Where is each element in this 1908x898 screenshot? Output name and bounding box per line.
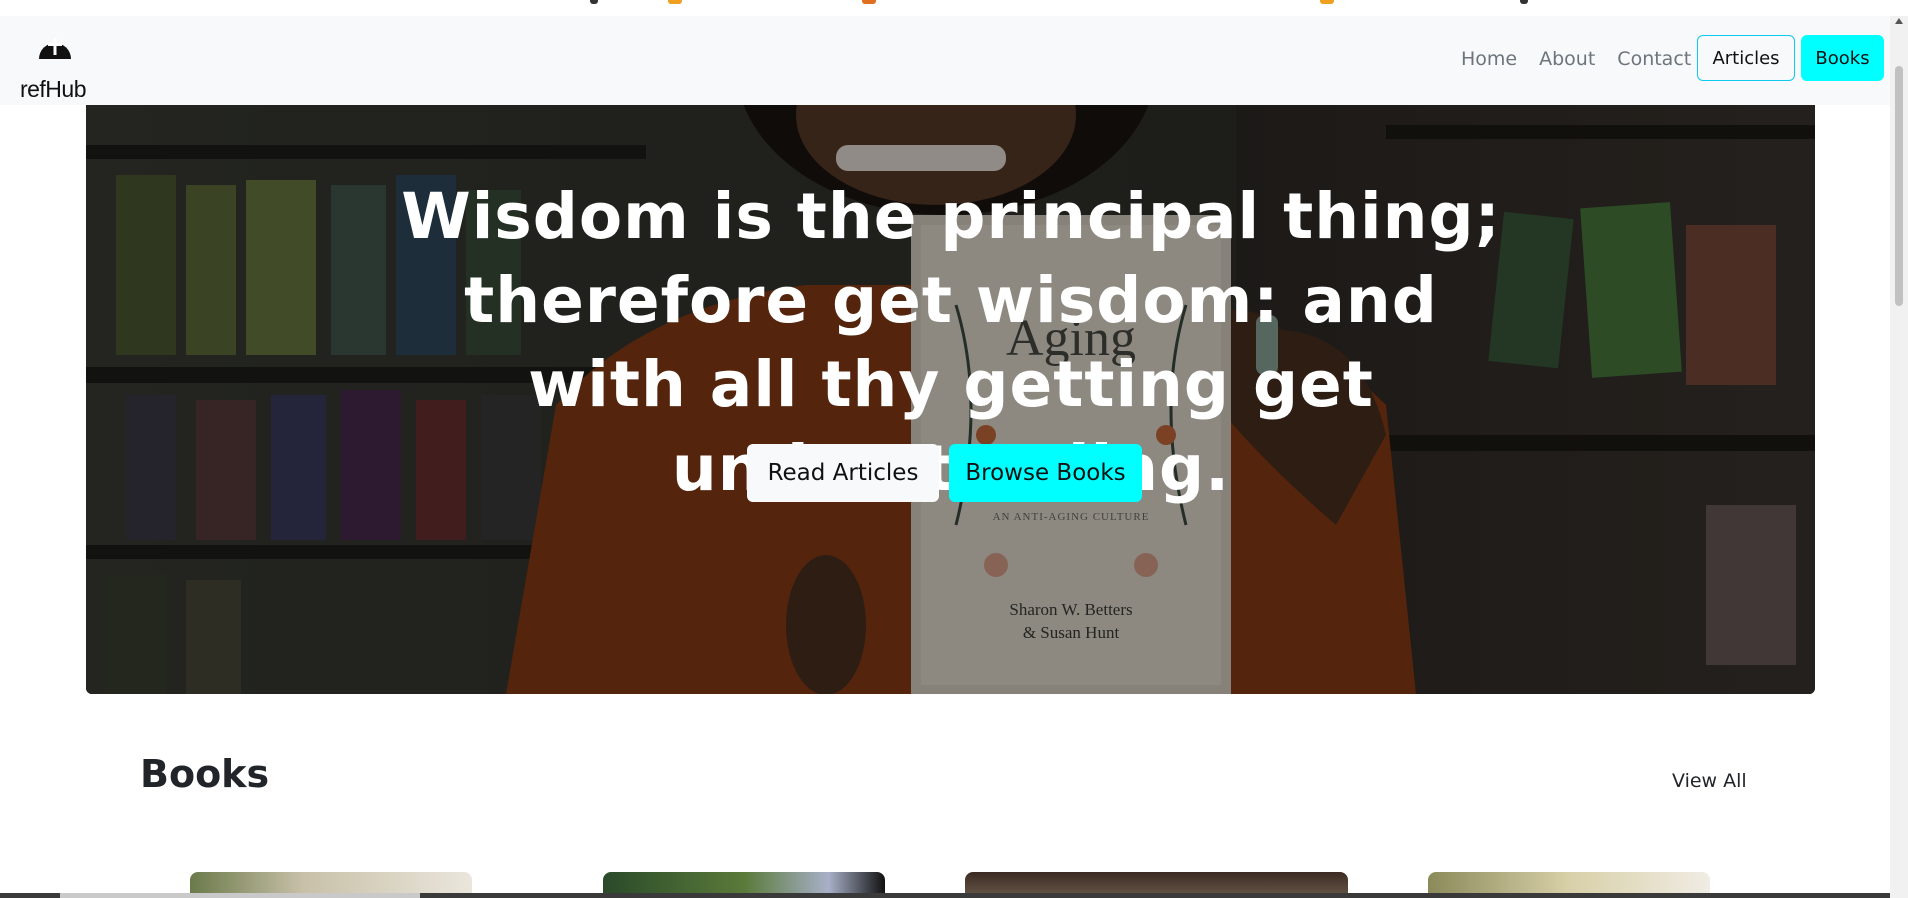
articles-button[interactable]: Articles (1697, 35, 1795, 81)
read-articles-button[interactable]: Read Articles (747, 444, 939, 502)
navbar: refHub Home About Contact Articles Books (0, 16, 1890, 105)
books-button[interactable]: Books (1801, 35, 1884, 81)
scroll-up-icon[interactable] (1895, 18, 1903, 24)
nav-link-home[interactable]: Home (1461, 48, 1517, 70)
hero-banner: Aging AN ANTI-AGING CULTURE Sharon W. Be… (86, 105, 1815, 694)
top-strip (0, 0, 1908, 16)
page-scrollbar[interactable] (1890, 16, 1908, 898)
browse-books-button[interactable]: Browse Books (949, 444, 1142, 502)
books-section-title: Books (140, 752, 270, 796)
brand-text: refHub (19, 76, 87, 102)
view-all-link[interactable]: View All (1672, 770, 1747, 792)
scrollbar-thumb[interactable] (1895, 66, 1903, 306)
brand-logo[interactable]: refHub (17, 32, 89, 102)
nav-link-about[interactable]: About (1539, 48, 1595, 70)
nav-link-contact[interactable]: Contact (1617, 48, 1691, 70)
dome-cross-icon (39, 38, 71, 59)
nav-links: Home About Contact (1461, 48, 1713, 70)
bottom-taskbar-strip (0, 893, 1890, 898)
